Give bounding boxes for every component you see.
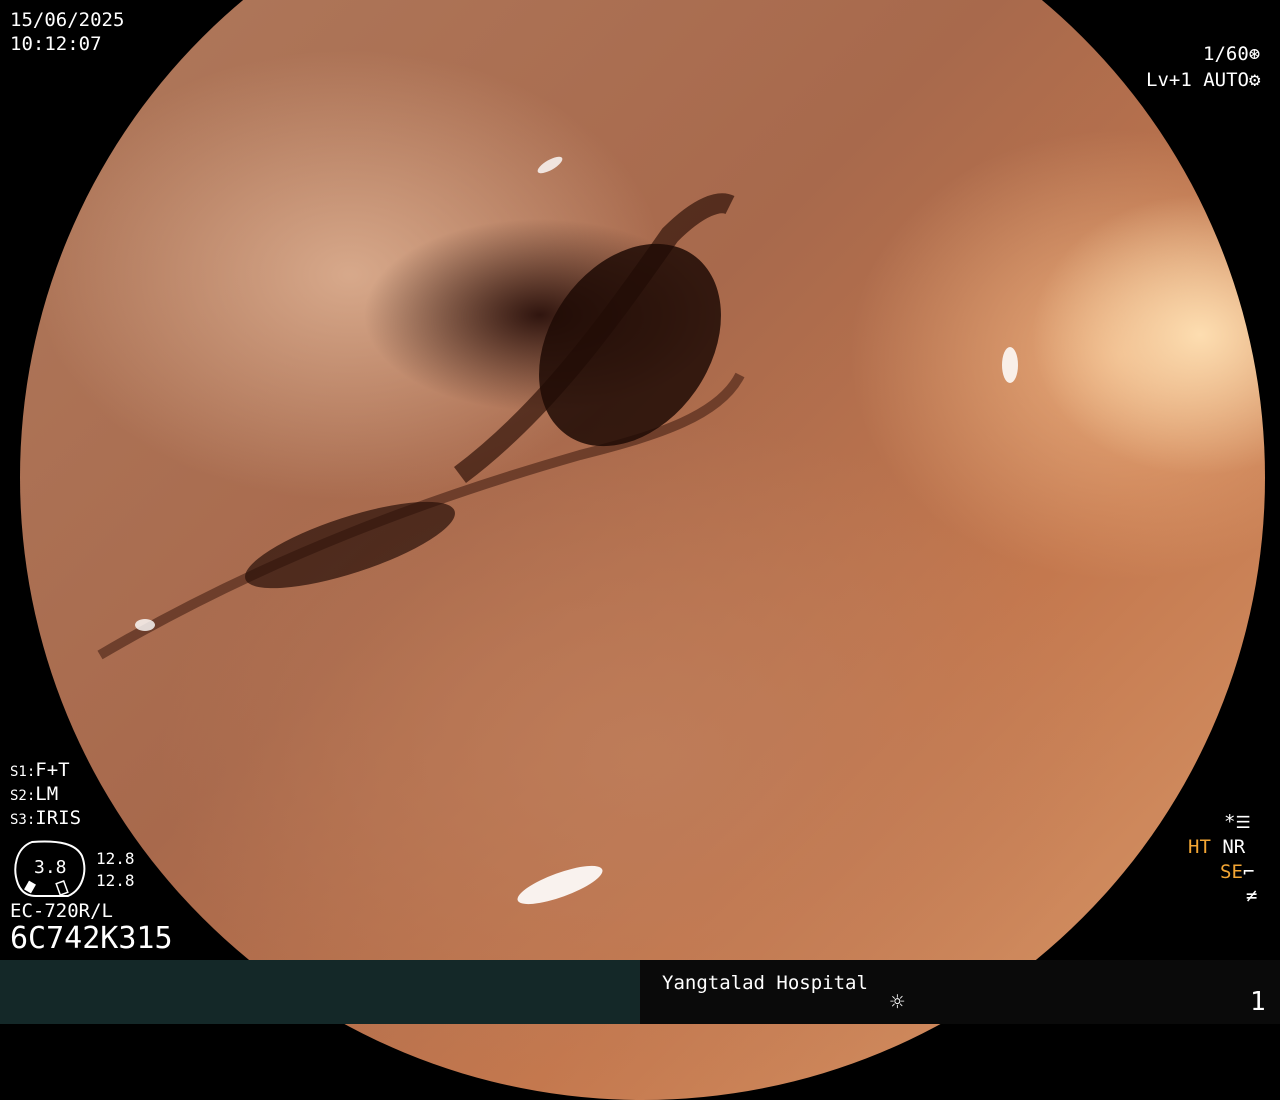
se-curve-icon: ⌐	[1242, 861, 1255, 883]
star-label: *	[1224, 811, 1236, 833]
setting-s3: S3:IRIS	[10, 806, 81, 832]
iris-mode-value: AUTO	[1203, 69, 1249, 91]
date-label: 15/06/2025	[10, 9, 125, 31]
shutter-icon: ⊛	[1248, 43, 1261, 65]
level-value: Lv+1	[1146, 69, 1192, 91]
setting-s2-value: LM	[35, 783, 59, 805]
not-equal-icon: ≠	[1246, 885, 1258, 907]
flag-ht-nr: HT NR	[1188, 835, 1245, 859]
page-number: 1	[1250, 987, 1266, 1017]
flag-star: *☰	[1224, 810, 1251, 835]
footer-left-panel	[0, 960, 640, 1024]
setting-s1-label: S1:	[10, 764, 36, 780]
endoscope-image	[20, 0, 1265, 1100]
iris-icon: ⚙	[1248, 69, 1261, 91]
scope-model: EC-720R/L	[10, 900, 113, 922]
setting-s1: S1:F+T	[10, 758, 70, 784]
time-label: 10:12:07	[10, 33, 102, 55]
setting-s2-label: S2:	[10, 788, 36, 804]
hospital-name: Yangtalad Hospital	[662, 972, 868, 994]
shutter-label: 1/60⊛	[1203, 42, 1260, 66]
setting-s1-value: F+T	[35, 759, 70, 781]
ht-label: HT	[1188, 836, 1211, 858]
nr-label: NR	[1222, 836, 1246, 858]
scope-serial: 6C742K315	[10, 921, 173, 956]
se-label: SE	[1220, 861, 1243, 883]
level-iris-label: Lv+1 AUTO⚙	[1146, 68, 1260, 92]
flag-se: SE⌐	[1220, 860, 1254, 884]
scale-top-value: 12.8	[96, 849, 135, 868]
scale-bottom-value: 12.8	[96, 871, 135, 890]
setting-s2: S2:LM	[10, 782, 58, 808]
brightness-icon: ☼	[890, 988, 905, 1016]
mucosa-folds	[97, 156, 1018, 905]
shutter-value: 1/60	[1203, 43, 1249, 65]
settings-sliders-icon: ☰	[1235, 813, 1251, 833]
scale-center-value: 3.8	[34, 857, 67, 878]
setting-s3-label: S3:	[10, 812, 36, 828]
setting-s3-value: IRIS	[35, 807, 82, 829]
